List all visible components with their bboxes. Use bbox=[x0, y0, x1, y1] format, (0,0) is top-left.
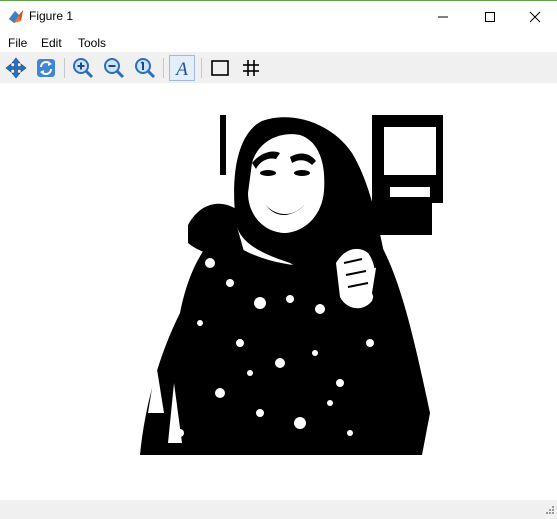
text-button[interactable]: A bbox=[169, 55, 195, 81]
title-bar[interactable]: Figure 1 bbox=[0, 1, 557, 32]
zoom-out-button[interactable] bbox=[101, 55, 127, 81]
resize-grip-icon[interactable] bbox=[543, 505, 555, 517]
zoom-reset-button[interactable] bbox=[132, 55, 158, 81]
status-bar bbox=[0, 500, 557, 519]
toolbar-separator bbox=[64, 58, 65, 78]
minimize-button[interactable] bbox=[420, 2, 466, 32]
box-icon bbox=[211, 60, 229, 76]
zoom-in-icon bbox=[73, 58, 94, 79]
close-button[interactable] bbox=[512, 2, 557, 32]
svg-text:A: A bbox=[174, 59, 188, 79]
menu-edit[interactable]: Edit bbox=[41, 36, 62, 50]
zoom-in-button[interactable] bbox=[70, 55, 96, 81]
window-title: Figure 1 bbox=[29, 9, 74, 23]
close-icon bbox=[529, 11, 541, 23]
zoom-out-icon bbox=[104, 58, 125, 79]
box-button[interactable] bbox=[207, 55, 233, 81]
rotate-button[interactable] bbox=[33, 55, 59, 81]
grid-button[interactable] bbox=[238, 55, 264, 81]
pan-icon bbox=[5, 57, 27, 79]
menu-bar: File Edit Tools bbox=[0, 32, 557, 52]
pan-button[interactable] bbox=[3, 55, 29, 81]
rotate-icon bbox=[37, 59, 55, 77]
toolbar-separator bbox=[201, 58, 202, 78]
toolbar-separator bbox=[163, 58, 164, 78]
menu-tools[interactable]: Tools bbox=[78, 36, 106, 50]
text-icon: A bbox=[174, 59, 188, 79]
maximize-icon bbox=[485, 12, 495, 22]
matlab-membrane-icon bbox=[9, 10, 23, 23]
menu-file[interactable]: File bbox=[8, 36, 27, 50]
grid-icon bbox=[243, 60, 259, 76]
figure-canvas[interactable] bbox=[0, 83, 557, 500]
minimize-icon bbox=[438, 16, 448, 18]
toolbar: A bbox=[0, 52, 557, 83]
maximize-button[interactable] bbox=[467, 2, 513, 32]
zoom-reset-icon bbox=[135, 58, 156, 79]
binary-portrait-image bbox=[140, 113, 443, 455]
